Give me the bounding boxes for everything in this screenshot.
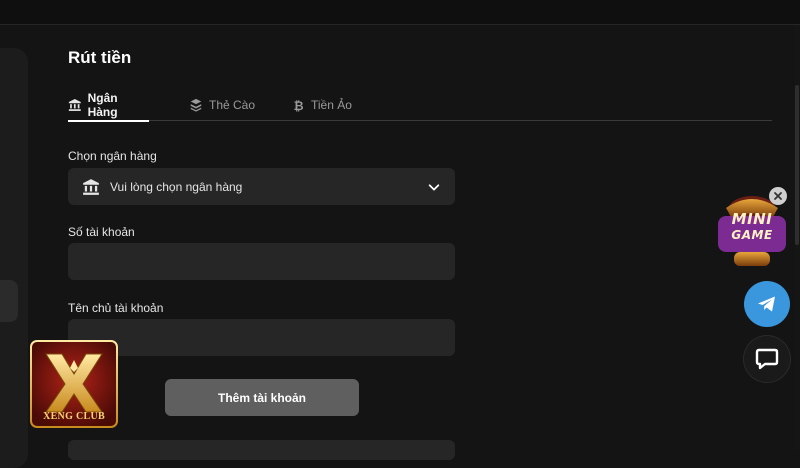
- scrollbar-thumb[interactable]: [795, 85, 799, 245]
- close-icon: [774, 192, 782, 200]
- telegram-button[interactable]: [744, 281, 790, 327]
- tab-scratch-card[interactable]: Thẻ Cào: [189, 88, 255, 121]
- bank-icon: [83, 178, 99, 195]
- scrollbar-track[interactable]: [794, 25, 800, 450]
- withdraw-method-tabs: Ngân Hàng Thẻ Cào ₿ Tiền Ảo: [68, 88, 772, 122]
- bank-select[interactable]: Vui lòng chọn ngân hàng: [68, 168, 455, 205]
- xeng-club-logo[interactable]: XENG CLUB: [30, 340, 118, 428]
- bank-select-placeholder: Vui lòng chọn ngân hàng: [110, 179, 243, 194]
- left-panel-toggle[interactable]: [0, 280, 18, 322]
- mini-game-title-line2: GAME: [731, 228, 773, 242]
- account-number-label: Số tài khoản: [68, 225, 135, 239]
- tab-scratch-card-label: Thẻ Cào: [209, 97, 256, 112]
- account-holder-input[interactable]: [68, 319, 455, 356]
- tab-bank-label: Ngân Hàng: [87, 90, 118, 119]
- live-chat-button[interactable]: [744, 336, 790, 382]
- page-title: Rút tiền: [68, 48, 132, 67]
- tab-bank[interactable]: Ngân Hàng: [68, 88, 149, 122]
- left-side-panel: [0, 48, 28, 468]
- top-bar: [0, 0, 800, 25]
- bitcoin-icon: ₿: [294, 98, 304, 111]
- bank-select-label: Chọn ngân hàng: [68, 149, 157, 163]
- next-form-field[interactable]: [68, 440, 455, 460]
- chat-bubble-icon: [755, 348, 779, 370]
- telegram-icon: [758, 296, 775, 312]
- logo-text: XENG CLUB: [43, 411, 105, 422]
- chevron-down-icon: [428, 183, 440, 190]
- mini-game-close-button[interactable]: [769, 187, 787, 205]
- tab-crypto-label: Tiền Ảo: [311, 97, 352, 112]
- account-number-input[interactable]: [68, 243, 455, 280]
- bank-icon: [68, 98, 81, 111]
- tab-crypto[interactable]: ₿ Tiền Ảo: [291, 88, 352, 121]
- account-holder-label: Tên chủ tài khoản: [68, 301, 164, 315]
- svg-text:₿: ₿: [294, 98, 304, 111]
- add-account-button[interactable]: Thêm tài khoản: [165, 379, 359, 416]
- card-stack-icon: [190, 98, 202, 112]
- mini-game-title-line1: MINI: [731, 210, 773, 228]
